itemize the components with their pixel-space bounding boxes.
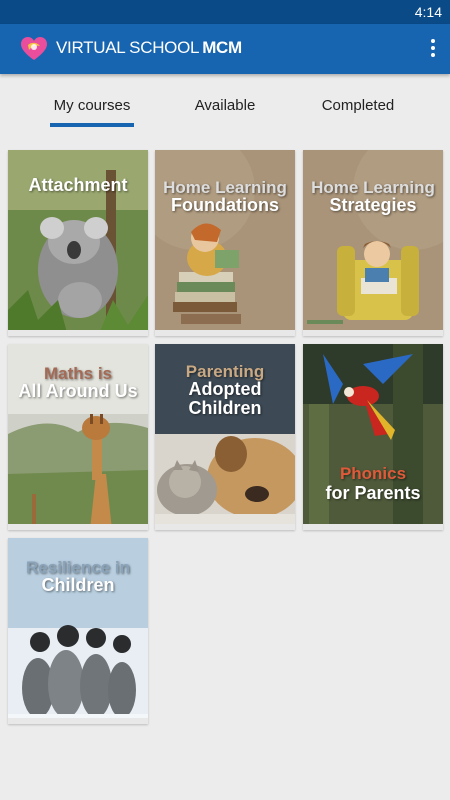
course-tile-parenting-adopted-children[interactable]: Parenting Adopted Children [155, 344, 295, 530]
app-bar: VIRTUAL SCHOOL MCM [0, 24, 450, 74]
tile-footer [303, 524, 443, 530]
course-title-line1: Phonics [339, 464, 407, 483]
course-title: Attachment [28, 175, 128, 195]
course-tile-attachment[interactable]: Attachment [8, 150, 148, 336]
course-title-line2: Strategies [329, 195, 417, 215]
tile-footer [155, 330, 295, 336]
tile-footer [303, 330, 443, 336]
more-vert-icon[interactable] [428, 36, 438, 62]
tab-my-courses[interactable]: My courses [50, 74, 134, 130]
course-title-line2: Children [41, 575, 115, 595]
course-title-line2: Adopted Children [188, 379, 262, 418]
tab-label: My courses [53, 97, 131, 114]
tab-bar: My courses Available Completed [0, 74, 450, 130]
tile-footer [155, 524, 295, 530]
tab-label: Available [194, 97, 256, 114]
course-tile-home-learning-strategies[interactable]: Home Learning Strategies [303, 150, 443, 336]
status-time: 4:14 [414, 4, 442, 20]
tile-footer [8, 330, 148, 336]
tab-available[interactable]: Available [175, 74, 275, 130]
app-title-prefix: VIRTUAL SCHOOL [56, 38, 200, 57]
tile-footer [8, 524, 148, 530]
app-logo-icon [21, 37, 47, 60]
tab-completed[interactable]: Completed [308, 74, 408, 130]
course-tile-resilience[interactable]: Resilience in Children [8, 538, 148, 724]
status-bar: 4:14 [0, 0, 450, 24]
course-tile-home-learning-foundations[interactable]: Home Learning Foundations [155, 150, 295, 336]
course-title-line2: for Parents [325, 483, 421, 503]
app-title-suffix: MCM [202, 38, 242, 57]
course-tile-maths[interactable]: Maths is All Around Us [8, 344, 148, 530]
tab-label: Completed [321, 97, 395, 114]
course-title-line2: All Around Us [18, 381, 138, 401]
tile-footer [8, 718, 148, 724]
app-title: VIRTUAL SCHOOL MCM [56, 38, 242, 58]
course-tile-phonics[interactable]: Phonics for Parents [303, 344, 443, 530]
tab-selected-indicator [50, 123, 134, 127]
course-title-line2: Foundations [171, 195, 279, 215]
